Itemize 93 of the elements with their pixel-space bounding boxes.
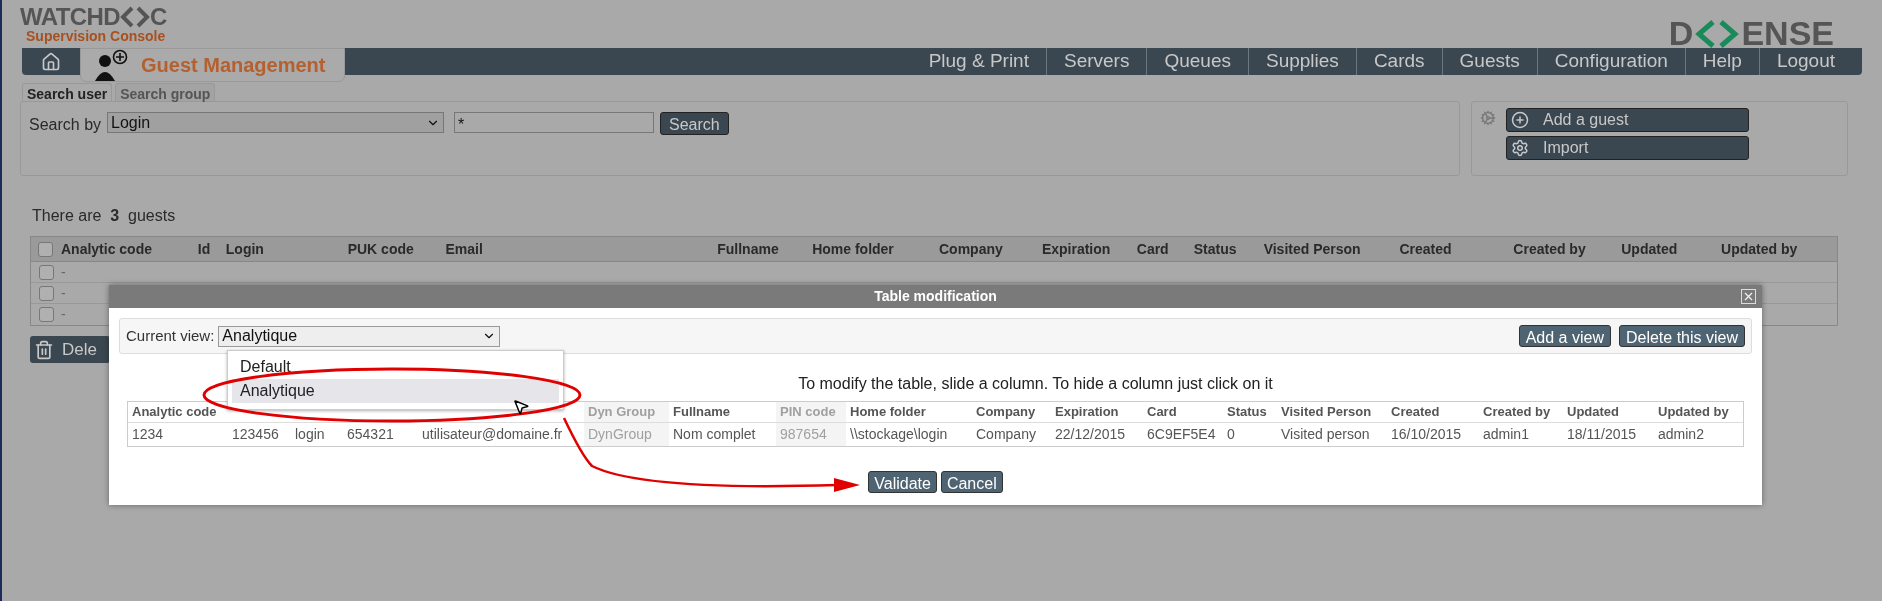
search-button[interactable]: Search [660, 112, 729, 135]
column-header[interactable]: Created by [1483, 402, 1551, 422]
column-header[interactable]: Visited Person [1281, 402, 1372, 422]
logo-subtitle: Supervision Console [26, 28, 167, 44]
table-cell-text: 18/11/2015 [1567, 425, 1637, 444]
table-cell-text: 1234 [132, 425, 164, 444]
column-header: Id [197, 239, 212, 259]
column-header: Company [939, 239, 1004, 259]
home-icon [41, 51, 61, 72]
trash-icon [34, 339, 54, 360]
column-header[interactable]: Fullname [673, 402, 731, 422]
add-person-icon [95, 49, 129, 81]
logo-chevron-icon [119, 6, 150, 28]
close-icon [1744, 292, 1753, 301]
column-header: Status [1193, 239, 1238, 259]
add-icon [1511, 111, 1529, 129]
table-cell-text: 16/10/2015 [1391, 425, 1462, 444]
table-cell-text: 987654 [780, 425, 827, 444]
logo-text: C [149, 5, 167, 29]
module-title: Guest Management [141, 53, 326, 78]
table-cell-text: - [61, 305, 66, 324]
column-header[interactable]: Home folder [850, 402, 926, 422]
view-select[interactable]: Analytique [218, 325, 501, 347]
table-cell-text: admin2 [1658, 425, 1704, 444]
nav-link[interactable]: Guests [1442, 48, 1538, 75]
column-header: Home folder [812, 239, 895, 259]
table-cell-text: DynGroup [588, 425, 652, 444]
select-all-checkbox[interactable] [38, 241, 54, 257]
column-header: Email [445, 239, 484, 259]
column-header: Login [225, 239, 265, 259]
table-cell-text: - [61, 262, 66, 282]
row-checkbox[interactable] [38, 264, 54, 280]
gear-icon [1480, 110, 1496, 126]
view-button[interactable]: Delete this view [1618, 325, 1745, 347]
view-option[interactable]: Default [232, 355, 559, 379]
column-header[interactable]: Updated [1567, 402, 1619, 422]
settings-icon [1511, 139, 1529, 157]
table-cell-text: 6C9EF5E4 [1147, 425, 1216, 444]
column-header: Fullname [717, 239, 780, 259]
guest-count: There are 3 guests [32, 207, 176, 224]
table-cell-text: Visited person [1281, 425, 1370, 444]
table-cell-text: Company [976, 425, 1036, 444]
column-header[interactable]: Status [1227, 402, 1267, 422]
column-header: Updated [1621, 239, 1679, 259]
column-header: Updated by [1721, 239, 1799, 259]
table-cell-text: admin1 [1483, 425, 1529, 444]
delete-button[interactable]: Dele [30, 336, 110, 363]
table-cell-text: \\stockage\login [850, 425, 948, 444]
search-input[interactable]: * [454, 112, 655, 133]
nav-link[interactable]: Help [1685, 48, 1760, 75]
nav-link[interactable]: Servers [1046, 48, 1148, 75]
dialog-button[interactable]: Cancel [940, 471, 1003, 493]
view-option[interactable]: Analytique [232, 379, 559, 403]
column-header: Created by [1513, 239, 1587, 259]
column-header[interactable]: Updated by [1658, 402, 1729, 422]
nav-link[interactable]: Configuration [1537, 48, 1686, 75]
row-checkbox[interactable] [38, 285, 54, 301]
table-cell-text: Nom complet [673, 425, 756, 444]
column-header: Analytic code [60, 239, 153, 259]
search-tab[interactable]: Search user [22, 83, 113, 101]
instruction-text: To modify the table, slide a column. To hide a column just click on it [798, 374, 1273, 394]
table-cell-text: 0 [1227, 425, 1235, 444]
column-header[interactable]: Analytic code [132, 402, 217, 422]
column-header: PUK code [347, 239, 415, 259]
column-header: Created [1399, 239, 1453, 259]
row-checkbox[interactable] [38, 307, 54, 322]
action-button[interactable]: Add a guest [1506, 108, 1749, 132]
dialog-button[interactable]: Validate [868, 471, 937, 493]
column-header[interactable]: Card [1147, 402, 1177, 422]
view-button[interactable]: Add a view [1518, 325, 1611, 347]
search-label: Search by [29, 115, 102, 135]
table-cell-text: 22/12/2015 [1055, 425, 1126, 444]
close-button[interactable] [1741, 289, 1756, 304]
column-header: Visited Person [1263, 239, 1362, 259]
nav-link[interactable]: Queues [1147, 48, 1249, 75]
table-cell-text: - [61, 283, 66, 303]
action-button[interactable]: Import [1506, 136, 1749, 160]
table-cell-text: login [295, 425, 325, 444]
dialog-title: Table modification [874, 287, 997, 306]
view-label: Current view: [126, 325, 215, 346]
column-header[interactable]: Created [1391, 402, 1440, 422]
nav-link[interactable]: Cards [1356, 48, 1443, 75]
column-header: Card [1136, 239, 1170, 259]
nav-link[interactable]: Plug & Print [911, 48, 1047, 75]
column-header[interactable]: Company [976, 402, 1036, 422]
logo-text: WATCHD [20, 5, 120, 29]
table-cell-text: utilisateur@domaine.fr [422, 425, 563, 444]
nav-link[interactable]: Supplies [1249, 48, 1357, 75]
table-cell-text: 654321 [347, 425, 394, 444]
search-by-select[interactable]: Login [107, 112, 445, 133]
column-header: Expiration [1041, 239, 1112, 259]
column-header[interactable]: Expiration [1055, 402, 1119, 422]
table-cell-text: 123456 [232, 425, 279, 444]
